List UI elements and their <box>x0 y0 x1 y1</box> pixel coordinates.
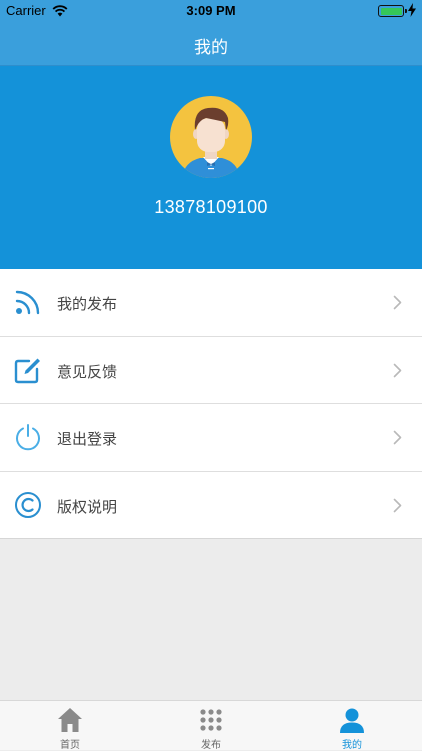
menu-item-copyright[interactable]: 版权说明 <box>0 471 422 539</box>
person-icon <box>340 708 364 733</box>
home-icon <box>58 708 82 732</box>
menu-item-my-posts[interactable]: 我的发布 <box>0 269 422 337</box>
grid-icon <box>200 709 222 731</box>
status-time: 3:09 PM <box>186 3 236 18</box>
menu-item-label: 我的发布 <box>57 295 118 313</box>
copyright-icon <box>15 491 41 518</box>
chevron-right-icon <box>393 295 402 310</box>
tab-bar: 首页 发布 我的 <box>0 700 422 751</box>
chevron-right-icon <box>393 498 402 512</box>
menu-list: 我的发布 意见反馈 退出登录 版权说明 <box>0 269 422 539</box>
rss-feed-icon <box>15 290 40 315</box>
tab-label: 首页 <box>60 740 80 751</box>
tab-label: 发布 <box>201 740 221 751</box>
page-title: 我的 <box>194 38 228 58</box>
charging-bolt-icon <box>408 3 416 17</box>
chevron-right-icon <box>393 430 402 445</box>
user-phone-number: 13878109100 <box>154 197 268 217</box>
tab-publish[interactable]: 发布 <box>141 701 281 751</box>
tab-label: 我的 <box>342 740 362 751</box>
tab-home[interactable]: 首页 <box>0 701 140 751</box>
menu-item-label: 意见反馈 <box>57 362 118 381</box>
menu-item-label: 版权说明 <box>57 497 118 516</box>
edit-icon <box>14 358 40 383</box>
menu-item-logout[interactable]: 退出登录 <box>0 404 422 472</box>
avatar[interactable] <box>170 96 252 178</box>
power-icon <box>16 424 40 451</box>
chevron-right-icon <box>393 363 402 377</box>
navigation-bar: 我的 <box>0 22 422 66</box>
menu-item-feedback[interactable]: 意见反馈 <box>0 336 422 404</box>
status-bar: Carrier 3:09 PM <box>0 0 422 22</box>
menu-item-label: 退出登录 <box>57 430 118 448</box>
tab-mine[interactable]: 我的 <box>282 701 422 751</box>
profile-header: 13878109100 <box>0 66 422 269</box>
battery-icon <box>378 5 407 17</box>
